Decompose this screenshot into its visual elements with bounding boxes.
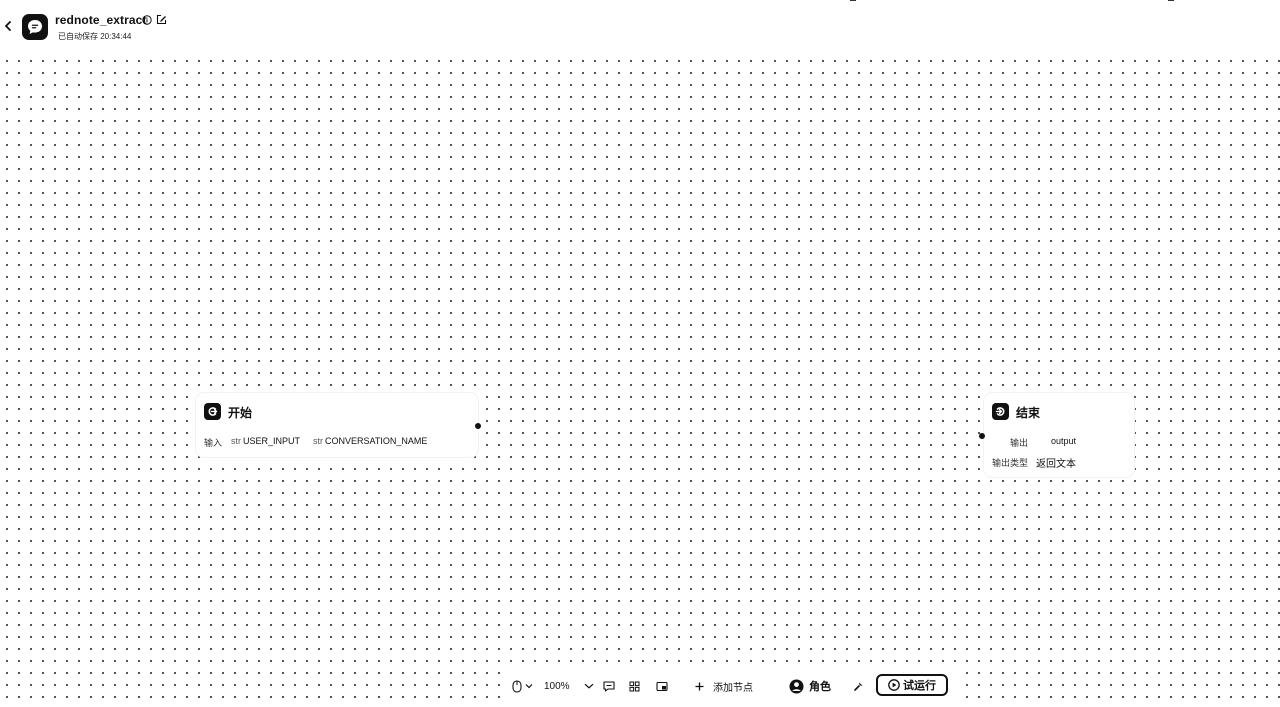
add-node-label: 添加节点 [713,682,753,694]
end-node-icon [992,403,1009,420]
variable-name: CONVERSATION_NAME [325,436,428,446]
role-label: 角色 [809,681,831,693]
app-logo [22,14,48,40]
mouse-icon [512,679,522,693]
comment-button[interactable] [603,678,615,694]
back-button[interactable] [2,18,14,34]
workflow-editor: rednote_extract 已自动保存 20:34:44 开始 输入 str… [0,0,1280,707]
user-avatar-icon [789,679,804,693]
chevron-left-icon [5,21,11,31]
start-node-output-handle[interactable] [475,423,481,429]
start-node-icon [204,403,221,420]
app-header: rednote_extract 已自动保存 20:34:44 [0,0,1280,50]
app-title: rednote_extract [55,13,147,27]
add-node-button[interactable]: 添加节点 [695,678,753,694]
window-edge-mark [850,0,856,1]
variable-type: str [313,436,323,446]
edit-icon[interactable] [156,14,167,25]
minimap-button[interactable] [656,678,668,694]
minimap-icon [656,681,668,691]
workflow-canvas[interactable] [0,50,1280,707]
auto-layout-button[interactable] [629,678,640,694]
save-status: 已自动保存 20:34:44 [58,32,132,41]
end-node[interactable]: 结束 输出 output 输出类型 返回文本 [984,393,1134,477]
end-icon [995,407,1005,416]
chevron-down-icon [584,683,594,689]
plus-icon [695,682,704,690]
end-node-input-handle[interactable] [979,433,985,439]
interaction-mode-button[interactable] [512,678,533,694]
zoom-control[interactable]: 100% [544,678,594,694]
end-output-label: 输出 [1010,438,1029,448]
chat-bubble-icon [28,20,42,34]
start-icon [208,407,218,416]
zoom-level: 100% [544,680,570,692]
comment-icon [603,680,615,692]
input-variable: str USER_INPUT [231,436,300,446]
end-node-title: 结束 [1016,406,1041,420]
wrench-icon [854,681,863,691]
role-button[interactable]: 角色 [789,678,831,694]
start-node[interactable]: 开始 输入 str USER_INPUT str CONVERSATION_NAME [196,393,478,457]
canvas-toolbar: 100% 添加节点 角色 试运行 [500,670,960,702]
chevron-down-icon [525,684,533,689]
end-output-type-label: 输出类型 [992,458,1029,468]
start-input-label: 输入 [204,438,223,448]
play-icon [888,679,900,691]
variable-type: str [231,436,241,446]
window-edge-mark [1168,0,1174,1]
start-node-title: 开始 [228,406,253,420]
test-run-button[interactable]: 试运行 [876,674,948,696]
variable-name: USER_INPUT [243,436,301,446]
input-variable: str CONVERSATION_NAME [313,436,427,446]
output-variable: output [1051,436,1077,446]
info-circle-icon[interactable] [142,15,152,25]
debug-tool-button[interactable] [853,678,864,694]
test-run-label: 试运行 [903,680,936,692]
output-type-value: 返回文本 [1036,459,1076,470]
grid-layout-icon [629,681,640,691]
